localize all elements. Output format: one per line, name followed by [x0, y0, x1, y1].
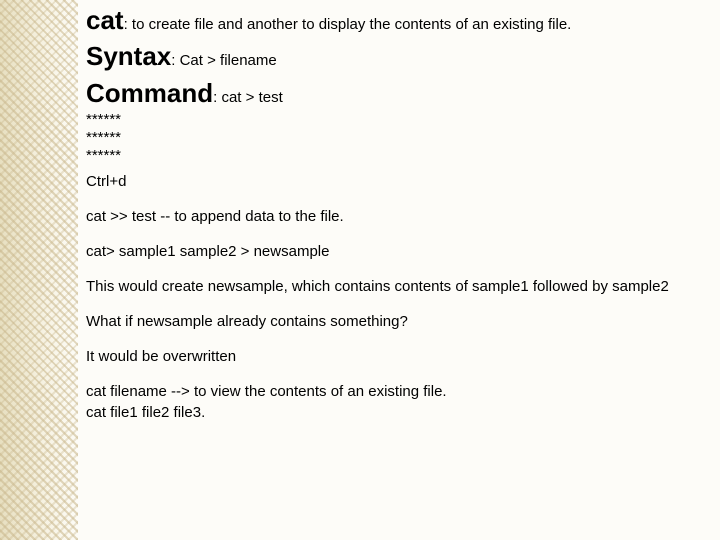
- syntax-value: : Cat > filename: [171, 52, 276, 69]
- decorative-strip: [0, 0, 78, 540]
- cat-heading: cat: to create file and another to displ…: [86, 2, 700, 38]
- syntax-line: Syntax: Cat > filename: [86, 38, 700, 74]
- command-line: Command: cat > test: [86, 75, 700, 111]
- stars-row-2: ******: [86, 129, 700, 147]
- ctrl-d: Ctrl+d: [86, 171, 700, 192]
- what-if: What if newsample already contains somet…: [86, 311, 700, 332]
- view-line-2: cat file1 file2 file3.: [86, 402, 700, 423]
- sample-cmd: cat> sample1 sample2 > newsample: [86, 241, 700, 262]
- star-block: ****** ****** ******: [86, 111, 700, 165]
- sample-desc: This would create newsample, which conta…: [86, 276, 700, 297]
- document-content: cat: to create file and another to displ…: [86, 2, 700, 423]
- overwrite: It would be overwritten: [86, 346, 700, 367]
- syntax-label: Syntax: [86, 41, 171, 71]
- command-value: : cat > test: [213, 89, 283, 106]
- cat-desc: : to create file and another to display …: [124, 16, 572, 33]
- append-line: cat >> test -- to append data to the fil…: [86, 206, 700, 227]
- stars-row-3: ******: [86, 147, 700, 165]
- cat-label: cat: [86, 5, 124, 35]
- command-label: Command: [86, 78, 213, 108]
- view-line-1: cat filename --> to view the contents of…: [86, 381, 700, 402]
- stars-row-1: ******: [86, 111, 700, 129]
